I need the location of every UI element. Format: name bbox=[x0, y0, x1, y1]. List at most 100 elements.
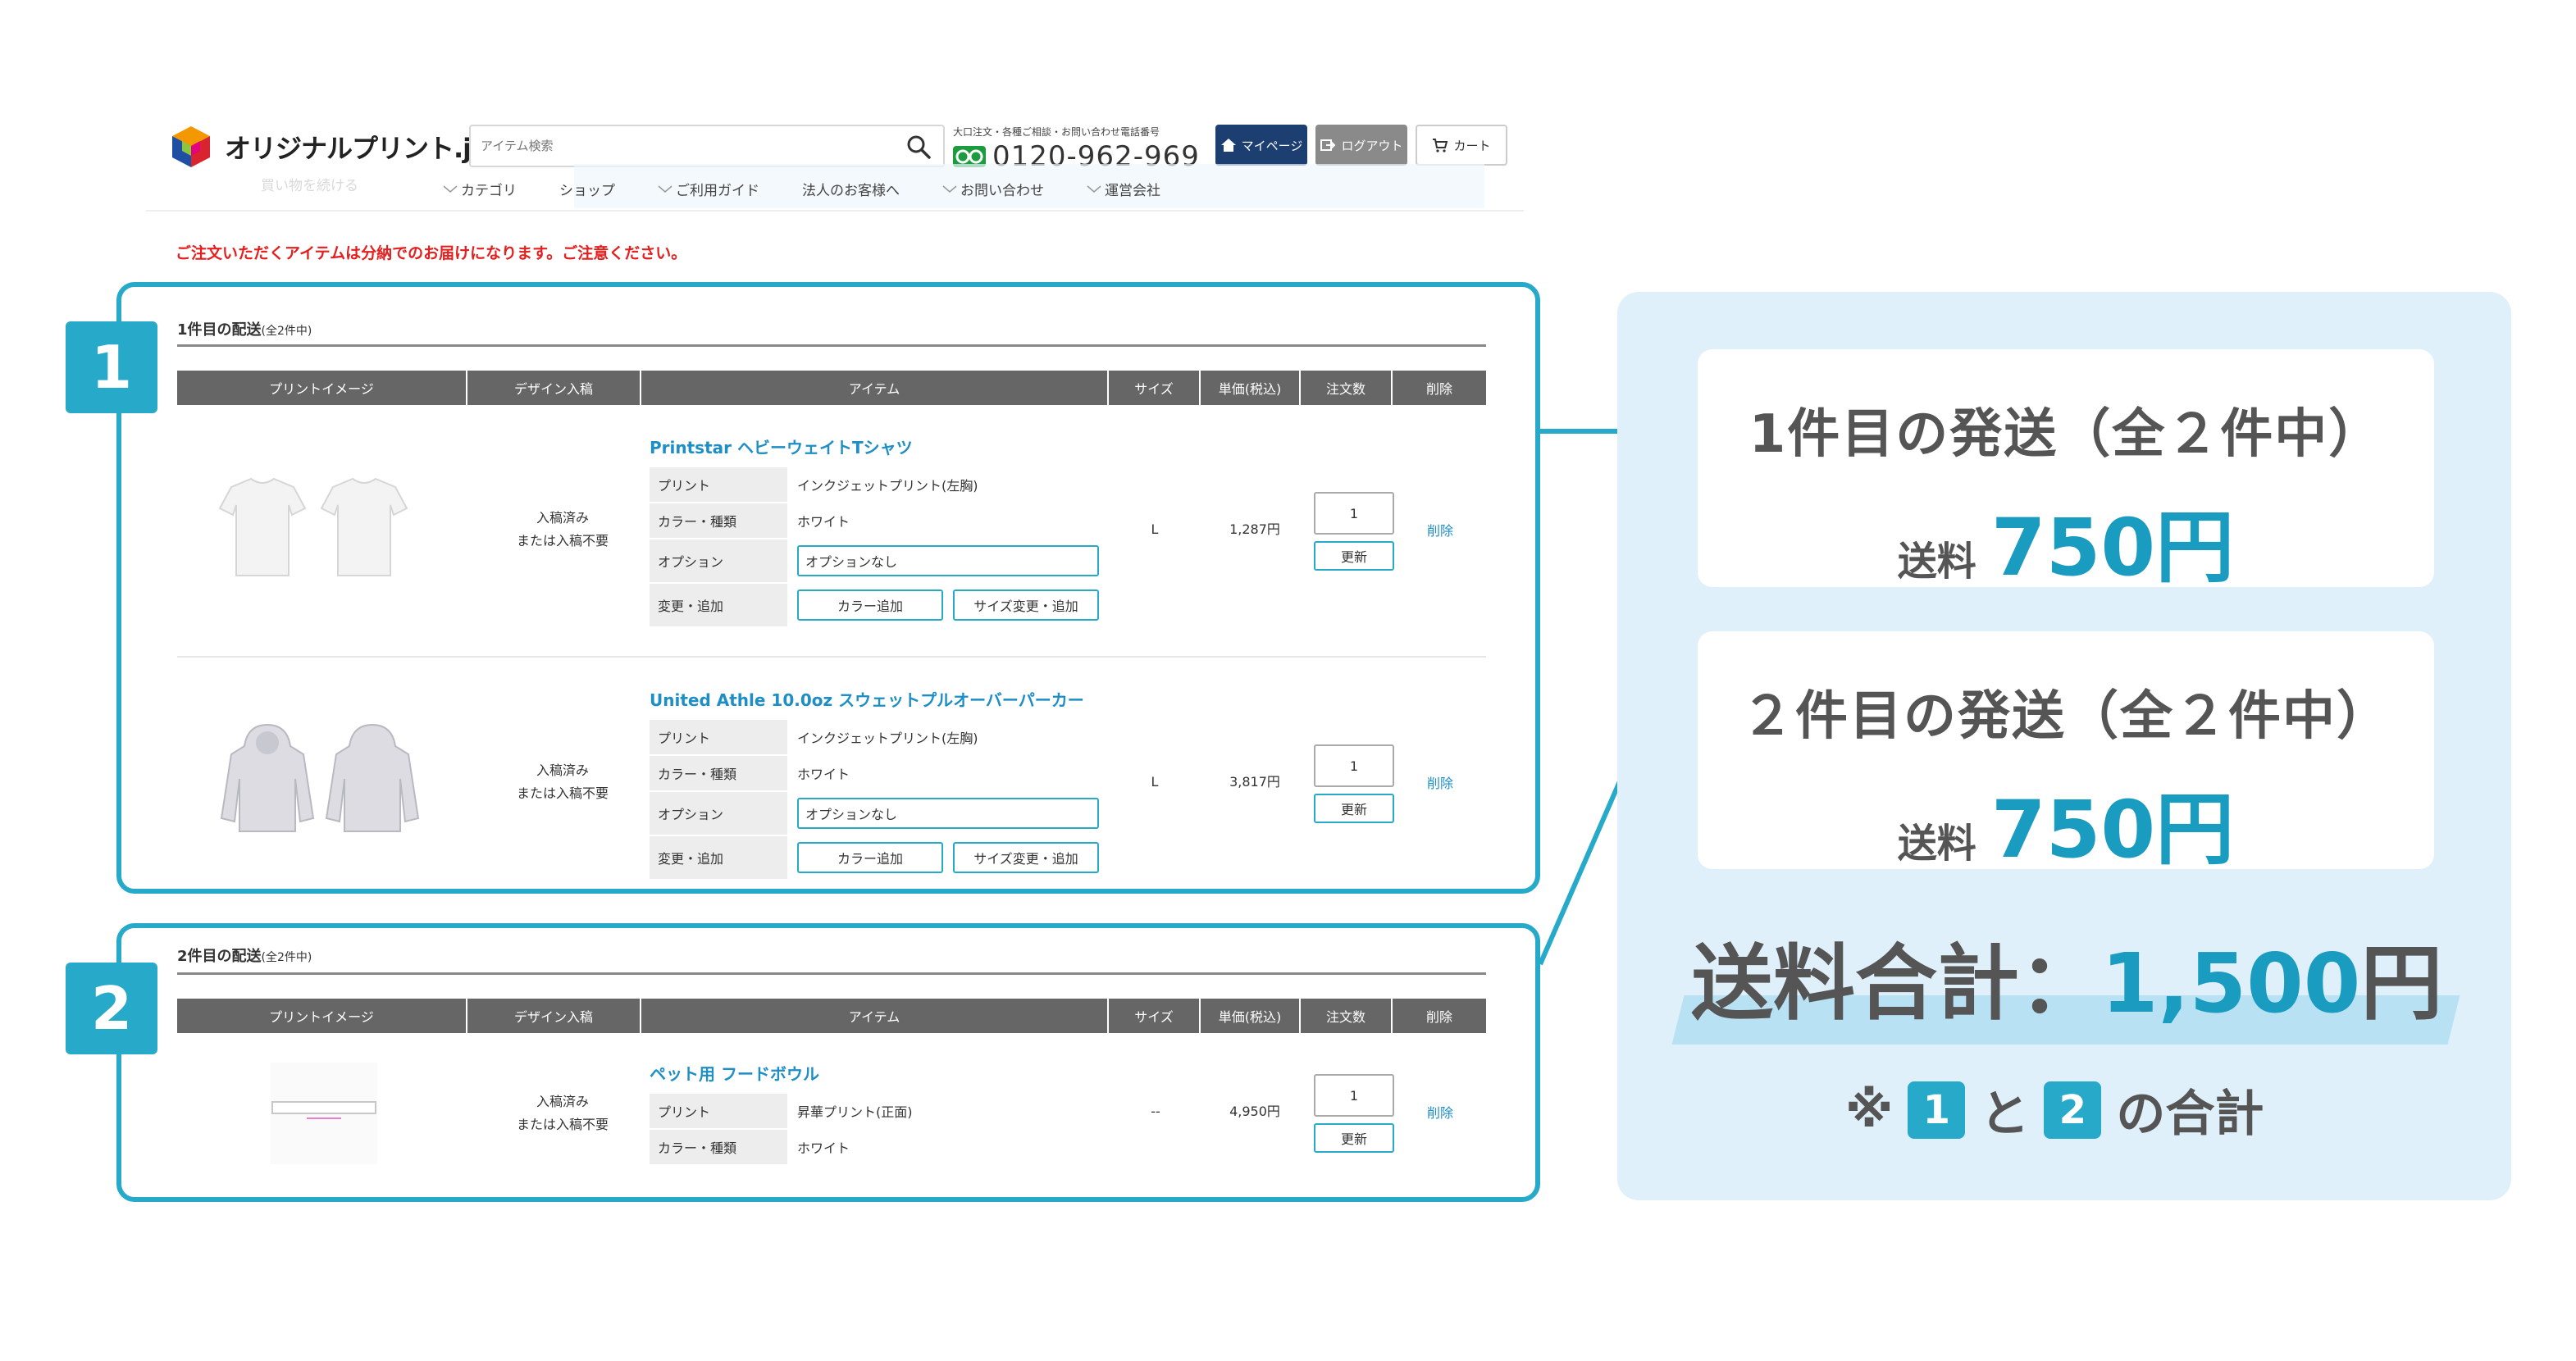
design-status-line1: 入稿済み bbox=[536, 510, 589, 526]
nav-label: ご利用ガイド bbox=[676, 183, 759, 199]
phone-note: 大口注文・各種ご相談・お問い合わせ電話番号 bbox=[953, 126, 1160, 138]
search-input[interactable] bbox=[471, 126, 881, 166]
option-label: オプション bbox=[650, 792, 787, 836]
shipment-title-note: (全2件中) bbox=[261, 325, 312, 338]
col-delete: 削除 bbox=[1425, 381, 1452, 397]
col-print-image: プリントイメージ bbox=[177, 371, 467, 405]
footnote-and: と bbox=[1980, 1086, 2030, 1143]
row-divider bbox=[177, 656, 1486, 658]
size-change-button[interactable]: サイズ変更・追加 bbox=[953, 842, 1099, 873]
shipment-1-title: 1件目の配送(全2件中) bbox=[177, 318, 312, 339]
shipment-2-rule bbox=[177, 972, 1486, 975]
color-label: カラー・種類 bbox=[650, 756, 787, 792]
mypage-label: マイページ bbox=[1241, 138, 1303, 153]
item-size: L bbox=[1151, 521, 1159, 537]
col-item: アイテム bbox=[641, 999, 1109, 1033]
chevron-down-icon bbox=[1087, 184, 1101, 193]
col-print-image: プリントイメージ bbox=[177, 999, 467, 1033]
split-delivery-notice: ご注文いただくアイテムは分納でのお届けになります。ご注意ください。 bbox=[176, 244, 687, 262]
chevron-down-icon bbox=[443, 184, 458, 193]
footnote-badge-2: 2 bbox=[2044, 1081, 2102, 1139]
option-select[interactable]: オプションなし bbox=[797, 545, 1099, 576]
shipment-title-text: 1件目の配送 bbox=[177, 321, 262, 339]
print-value: インクジェットプリント(左胸) bbox=[787, 720, 1099, 756]
logout-icon bbox=[1320, 139, 1336, 151]
color-add-button[interactable]: カラー追加 bbox=[797, 589, 943, 621]
site-logo[interactable]: オリジナルプリント.jp bbox=[169, 125, 490, 169]
color-value: ホワイト bbox=[787, 503, 1099, 539]
item-options-grid: プリント 昇華プリント(正面) カラー・種類 ホワイト bbox=[650, 1094, 1099, 1166]
update-button[interactable]: 更新 bbox=[1314, 794, 1394, 823]
col-size: サイズ bbox=[1109, 999, 1201, 1033]
col-size: サイズ bbox=[1109, 371, 1201, 405]
footnote-badge-1: 1 bbox=[1908, 1081, 1966, 1139]
tshirt-thumbnail bbox=[218, 477, 408, 576]
design-status: 入稿済み または入稿不要 bbox=[481, 1090, 645, 1136]
design-status: 入稿済み または入稿不要 bbox=[481, 759, 645, 805]
logout-button[interactable]: ログアウト bbox=[1315, 125, 1407, 166]
option-select[interactable]: オプションなし bbox=[797, 798, 1099, 829]
shipment-2-badge: 2 bbox=[66, 963, 157, 1054]
cart-label: カート bbox=[1453, 138, 1491, 153]
col-qty: 注文数 bbox=[1301, 999, 1393, 1033]
item-price: 3,817円 bbox=[1229, 774, 1280, 790]
nav-label: 運営会社 bbox=[1105, 183, 1160, 199]
col-price: 単価(税込) bbox=[1201, 999, 1301, 1033]
col-design: デザイン入稿 bbox=[467, 371, 641, 405]
food-bowl-thumbnail bbox=[271, 1063, 377, 1164]
quantity-input[interactable]: 1 bbox=[1314, 492, 1394, 535]
search-icon[interactable] bbox=[905, 134, 932, 160]
nav-item-category[interactable]: カテゴリ bbox=[443, 179, 517, 199]
nav-label: 法人のお客様へ bbox=[802, 183, 900, 199]
nav-item-guide[interactable]: ご利用ガイド bbox=[658, 179, 759, 199]
chevron-down-icon bbox=[942, 184, 957, 193]
chevron-down-icon bbox=[658, 184, 672, 193]
shipment-1-badge: 1 bbox=[66, 321, 157, 413]
continue-shopping-ghost: 買い物を続ける bbox=[261, 178, 358, 194]
design-status: 入稿済み または入稿不要 bbox=[481, 507, 645, 553]
print-value: インクジェットプリント(左胸) bbox=[787, 467, 1099, 503]
col-delete: 削除 bbox=[1425, 1009, 1452, 1025]
item-price: 1,287円 bbox=[1229, 521, 1280, 537]
delete-link[interactable]: 削除 bbox=[1427, 772, 1453, 792]
design-status-line1: 入稿済み bbox=[536, 1094, 589, 1109]
col-price: 単価(税込) bbox=[1201, 371, 1301, 405]
nav-item-contact[interactable]: お問い合わせ bbox=[942, 179, 1044, 199]
nav-item-company[interactable]: 運営会社 bbox=[1087, 179, 1160, 199]
shipment-1-rule bbox=[177, 344, 1486, 347]
cart-button[interactable]: カート bbox=[1416, 125, 1507, 166]
color-value: ホワイト bbox=[787, 756, 1099, 792]
fee-value: 750円 bbox=[1990, 784, 2235, 876]
color-add-button[interactable]: カラー追加 bbox=[797, 842, 943, 873]
nav-item-corporate[interactable]: 法人のお客様へ bbox=[802, 179, 900, 199]
print-label: プリント bbox=[650, 1094, 787, 1130]
home-icon bbox=[1220, 139, 1236, 152]
search-box[interactable] bbox=[469, 125, 945, 167]
update-button[interactable]: 更新 bbox=[1314, 1123, 1394, 1153]
shipment-2-title: 2件目の配送(全2件中) bbox=[177, 945, 312, 966]
nav-label: ショップ bbox=[559, 183, 615, 199]
product-name-link[interactable]: United Athle 10.0oz スウェットプルオーバーパーカー bbox=[650, 687, 1084, 711]
color-value: ホワイト bbox=[787, 1130, 1099, 1166]
cart-icon bbox=[1433, 139, 1448, 152]
col-design: デザイン入稿 bbox=[467, 999, 641, 1033]
product-name-link[interactable]: ペット用 フードボウル bbox=[650, 1061, 819, 1085]
total-label: 送料合計： bbox=[1691, 935, 2101, 1031]
footnote-mark: ※ bbox=[1845, 1081, 1894, 1139]
delete-link[interactable]: 削除 bbox=[1427, 520, 1453, 539]
quantity-input[interactable]: 1 bbox=[1314, 1074, 1394, 1117]
design-status-line2: または入稿不要 bbox=[516, 1117, 609, 1132]
logo-text: オリジナルプリント.jp bbox=[225, 133, 490, 164]
change-label: 変更・追加 bbox=[650, 584, 787, 628]
item-price: 4,950円 bbox=[1229, 1104, 1280, 1119]
nav-label: お問い合わせ bbox=[960, 183, 1044, 199]
quantity-input[interactable]: 1 bbox=[1314, 744, 1394, 787]
mypage-button[interactable]: マイページ bbox=[1215, 125, 1307, 166]
product-name-link[interactable]: Printstar ヘビーウェイトTシャツ bbox=[650, 435, 913, 458]
col-item: アイテム bbox=[641, 371, 1109, 405]
fee-label: 送料 bbox=[1897, 821, 1976, 867]
nav-item-shop[interactable]: ショップ bbox=[559, 179, 615, 199]
delete-link[interactable]: 削除 bbox=[1427, 1102, 1453, 1122]
update-button[interactable]: 更新 bbox=[1314, 541, 1394, 571]
size-change-button[interactable]: サイズ変更・追加 bbox=[953, 589, 1099, 621]
